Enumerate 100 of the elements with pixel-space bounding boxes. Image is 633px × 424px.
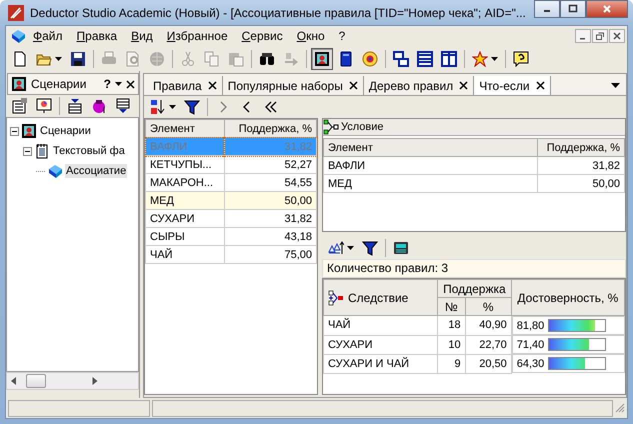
table-cell: 31,82 — [538, 156, 624, 174]
column-header[interactable]: Поддержка, % — [224, 120, 316, 138]
table-cell: СУХАРИ — [146, 210, 224, 228]
caret-icon — [169, 105, 176, 109]
confidence-bar — [548, 357, 606, 370]
collapse-icon[interactable] — [10, 126, 19, 136]
portrait-icon — [11, 76, 27, 92]
calculator-icon — [393, 240, 409, 256]
close-icon[interactable] — [126, 80, 135, 88]
panel-title: Сценарии — [31, 77, 88, 91]
portrait-icon — [21, 123, 37, 139]
tile-vertical-icon — [441, 50, 457, 66]
restore-button[interactable] — [592, 29, 608, 43]
caret-icon[interactable] — [611, 83, 620, 88]
column-header[interactable]: Поддержка, % — [538, 138, 624, 156]
tree-item[interactable]: Ассоциатие — [65, 164, 128, 178]
table-cell: МАКАРОН... — [146, 174, 224, 192]
horizontal-scrollbar[interactable] — [6, 372, 139, 390]
binoculars-icon — [259, 50, 275, 66]
menu-item[interactable]: Правка — [70, 29, 124, 43]
panel-title: Условие — [341, 121, 384, 133]
close-icon[interactable] — [536, 81, 545, 90]
table-cell: 54,55 — [224, 174, 316, 192]
page-icon — [12, 50, 28, 66]
caret-icon — [347, 246, 354, 250]
table-cell: 10 — [438, 335, 466, 354]
restore-icon — [596, 32, 604, 40]
cascade-icon — [393, 50, 409, 66]
confidence-bar — [548, 319, 606, 332]
window-title: Deductor Studio Academic (Новый) - [Ассоциативные правила [TID="Номер чека"; AID="... — [30, 6, 527, 20]
column-header[interactable]: Достоверность, % — [511, 280, 624, 316]
table-cell: КЕТЧУПЫ... — [146, 156, 224, 174]
funnel-icon — [362, 240, 378, 256]
cube-icon — [10, 28, 26, 44]
tab[interactable]: Что-если — [474, 76, 551, 95]
table-cell: 75,00 — [224, 246, 316, 264]
table-cell: СЫРЫ — [146, 228, 224, 246]
tree-item[interactable]: Сценарии — [39, 124, 92, 138]
column-header[interactable]: Элемент — [324, 138, 538, 156]
table-cell: ЧАЙ — [324, 316, 438, 335]
table-cell: 9 — [438, 354, 466, 373]
table-cell: 31,82 — [224, 138, 316, 156]
minimize-button[interactable] — [534, 0, 560, 18]
menu-item[interactable]: Избранное — [160, 29, 235, 43]
scale-sort-icon — [328, 240, 344, 256]
export-icon — [115, 98, 131, 114]
minimize-button[interactable] — [575, 29, 591, 43]
menu-item[interactable]: Файл — [26, 29, 70, 43]
resize-grip-icon[interactable] — [615, 403, 625, 413]
column-header[interactable]: Поддержка — [438, 280, 512, 298]
table-cell: СУХАРИ — [324, 335, 438, 354]
menu-item[interactable]: ? — [332, 29, 352, 43]
app-icon — [8, 4, 24, 20]
close-icon — [602, 4, 612, 14]
column-header[interactable]: % — [465, 298, 512, 316]
cube-icon — [47, 163, 63, 179]
star-icon — [472, 50, 488, 66]
table-cell: ВАФЛИ — [146, 138, 224, 156]
portrait-icon — [314, 50, 330, 66]
close-button[interactable] — [609, 29, 625, 43]
scissors-icon — [180, 50, 196, 66]
clipboard-icon — [228, 50, 244, 66]
scroll-left-icon[interactable] — [11, 377, 16, 385]
close-icon[interactable] — [348, 81, 358, 90]
consequent-icon — [328, 290, 344, 306]
tree-item[interactable]: Текстовый фа — [52, 144, 126, 158]
floppy-icon — [70, 50, 86, 66]
table-cell: ВАФЛИ — [324, 156, 538, 174]
menu-item[interactable]: Вид — [124, 29, 160, 43]
scenario-button[interactable] — [311, 48, 333, 70]
book-icon — [338, 50, 354, 66]
close-button[interactable] — [586, 0, 628, 18]
import-icon — [67, 98, 83, 114]
column-header[interactable]: № — [438, 298, 466, 316]
preview-icon — [125, 50, 141, 66]
table-cell: 50,00 — [224, 192, 316, 210]
collapse-icon[interactable] — [23, 146, 32, 156]
menu-item[interactable]: Окно — [290, 29, 332, 43]
scroll-thumb[interactable] — [26, 374, 46, 388]
table-cell: 40,90 — [465, 316, 512, 335]
double-chevron-left-icon — [263, 99, 279, 115]
table-cell: 22,70 — [465, 335, 512, 354]
menu-item[interactable]: Сервис — [234, 29, 290, 43]
caret-icon[interactable] — [115, 82, 122, 86]
confidence-bar — [548, 338, 606, 351]
maximize-icon — [568, 4, 578, 14]
caret-icon — [491, 56, 498, 60]
close-icon[interactable] — [208, 81, 217, 90]
maximize-button[interactable] — [560, 0, 586, 18]
chart-board-icon — [36, 98, 52, 114]
arrow-icon — [283, 50, 299, 66]
column-header[interactable]: Элемент — [146, 120, 224, 138]
help-link[interactable]: ? — [104, 77, 111, 91]
copy-icon — [204, 50, 220, 66]
printer-icon — [101, 50, 117, 66]
table-cell: СУХАРИ И ЧАЙ — [324, 354, 438, 373]
close-icon[interactable] — [459, 81, 468, 90]
ring-icon — [362, 50, 378, 66]
table-cell: 81,80 — [516, 320, 544, 332]
table-cell: 43,18 — [224, 228, 316, 246]
